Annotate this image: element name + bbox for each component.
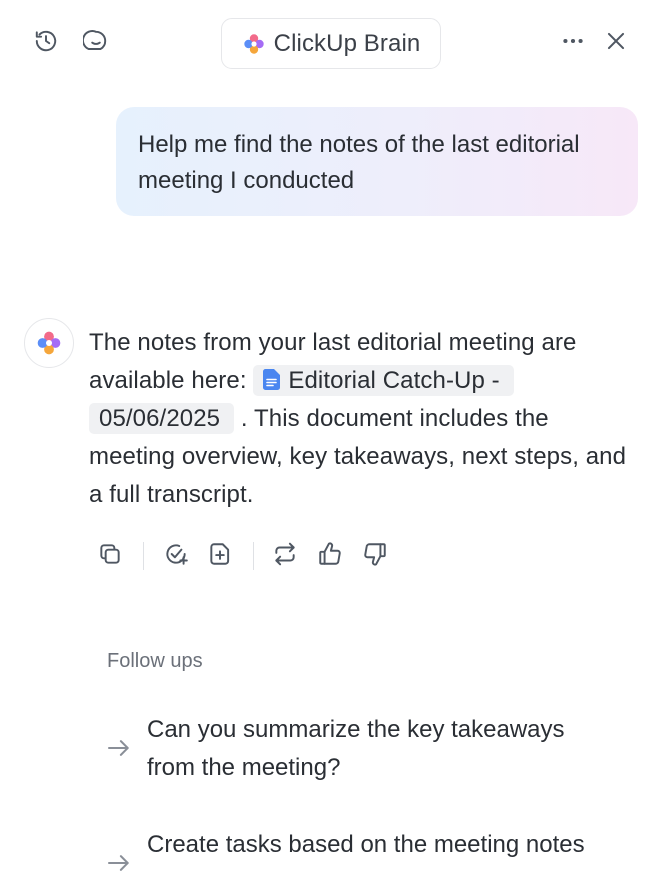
doc-icon: [263, 364, 281, 390]
copy-button[interactable]: [88, 534, 132, 578]
assistant-avatar: [24, 318, 74, 368]
close-icon: [603, 28, 629, 59]
copy-icon: [97, 541, 123, 572]
arrow-right-icon: [104, 733, 134, 763]
add-doc-icon: [207, 541, 233, 572]
follow-ups-title: Follow ups: [107, 650, 203, 672]
brain-avatar-icon: [37, 331, 61, 355]
arrow-right-icon: [104, 848, 134, 878]
divider: [143, 542, 144, 570]
new-chat-icon: [82, 28, 109, 59]
more-icon: [560, 28, 586, 59]
title-pill[interactable]: ClickUp Brain: [221, 18, 441, 69]
thumbs-down-icon: [362, 541, 388, 572]
history-icon: [33, 28, 59, 59]
follow-up-label: Create tasks based on the meeting notes: [147, 831, 585, 858]
thumbs-down-button[interactable]: [353, 534, 397, 578]
regenerate-button[interactable]: [263, 534, 307, 578]
follow-up-item[interactable]: Can you summarize the key takeaways from…: [104, 711, 624, 791]
brain-logo-icon: [242, 32, 266, 56]
user-message: Help me find the notes of the last edito…: [116, 107, 638, 216]
header: ClickUp Brain: [0, 0, 664, 88]
thumbs-up-icon: [317, 541, 343, 572]
assistant-message: The notes from your last editorial meeti…: [89, 324, 629, 514]
add-doc-button[interactable]: [198, 534, 242, 578]
close-button[interactable]: [598, 25, 634, 61]
more-options-button[interactable]: [555, 25, 591, 61]
create-task-icon: [163, 541, 189, 572]
create-task-button[interactable]: [154, 534, 198, 578]
follow-up-item[interactable]: Create tasks based on the meeting notes: [104, 826, 624, 892]
panel-title: ClickUp Brain: [273, 29, 421, 57]
divider: [253, 542, 254, 570]
follow-up-label: Can you summarize the key takeaways from…: [147, 716, 565, 781]
regenerate-icon: [272, 541, 298, 572]
new-chat-button[interactable]: [78, 25, 114, 61]
brain-panel: ClickUp Brain Help me find the notes of …: [0, 0, 664, 892]
history-button[interactable]: [28, 25, 64, 61]
thumbs-up-button[interactable]: [308, 534, 352, 578]
